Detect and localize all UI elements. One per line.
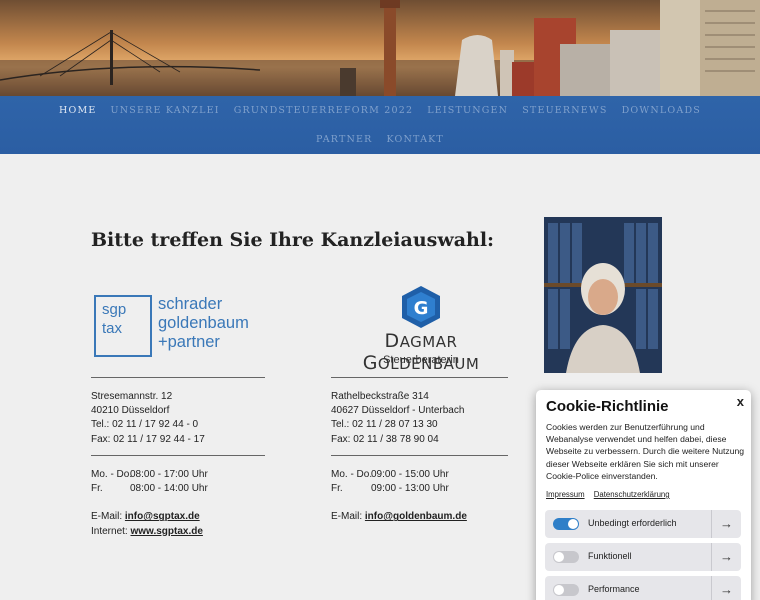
hours-days: Mo. - Do. <box>91 469 133 480</box>
cookie-dialog-links: Impressum Datenschutzerklärung <box>546 490 677 499</box>
hours-days: Fr. <box>91 483 103 495</box>
office1-email-link[interactable]: info@sgptax.de <box>125 511 200 522</box>
hero-skyline-image <box>0 0 760 96</box>
arrow-right-icon[interactable]: → <box>711 543 741 571</box>
office2-city: 40627 Düsseldorf - Unterbach <box>331 405 465 417</box>
web-label: Internet: <box>91 525 128 537</box>
office1-hours-block: Mo. - Do.08:00 - 17:00 Uhr Fr. 08:00 - 14… <box>91 468 208 539</box>
nav-item-kontakt[interactable]: Kontakt <box>387 134 444 145</box>
cookie-option-essential: Unbedingt erforderlich → <box>545 510 741 538</box>
cookie-option-performance: Performance → <box>545 576 741 600</box>
hours-days: Mo. - Do. <box>331 469 373 480</box>
divider <box>331 377 508 378</box>
cookie-dialog-text: Cookies werden zur Benutzerführung und W… <box>546 422 745 481</box>
arrow-right-icon[interactable]: → <box>711 510 741 538</box>
logo-name-first-rest: AGMAR <box>399 333 458 351</box>
cookie-dialog: x Cookie-Richtlinie Cookies werden zur B… <box>536 390 751 600</box>
logo-letter: G <box>414 298 429 319</box>
skyline-illustration <box>0 0 760 96</box>
office2-hours-weekdays: Mo. - Do.09:00 - 15:00 Uhr <box>331 468 467 482</box>
nav-item-unsere-kanzlei[interactable]: Unsere Kanzlei <box>111 105 220 116</box>
email-label: E-Mail: <box>331 511 363 523</box>
office1-street: Stresemannstr. 12 <box>91 391 173 402</box>
performance-toggle[interactable] <box>553 584 579 596</box>
cookie-option-functional: Funktionell → <box>545 543 741 571</box>
office1-hours-weekdays: Mo. - Do.08:00 - 17:00 Uhr <box>91 468 208 482</box>
cookie-option-label: Funktionell <box>588 551 632 561</box>
office1-fax: Fax: 02 11 / 17 92 44 - 17 <box>91 433 205 447</box>
nav-row-primary: Home Unsere Kanzlei Grundsteuerreform 20… <box>0 105 760 116</box>
office2-phone: Tel.: 02 11 / 28 07 13 30 <box>331 418 464 432</box>
nav-item-leistungen[interactable]: Leistungen <box>427 105 508 116</box>
nav-item-downloads[interactable]: Downloads <box>622 105 701 116</box>
hours-days: Fr. <box>331 483 343 495</box>
logo-line-1: schrader <box>158 295 223 313</box>
office2-email: E-Mail: info@goldenbaum.de <box>331 510 467 524</box>
main-navigation: Home Unsere Kanzlei Grundsteuerreform 20… <box>0 96 760 154</box>
office1-phone: Tel.: 02 11 / 17 92 44 - 0 <box>91 418 205 432</box>
office2-address-block: Rathelbeckstraße 314 40627 Düsseldorf - … <box>331 390 464 447</box>
office2-fax-number: 02 11 / 38 78 90 04 <box>353 433 439 445</box>
office2-hours-block: Mo. - Do.09:00 - 15:00 Uhr Fr. 09:00 - 13… <box>331 468 467 525</box>
cookie-dialog-title: Cookie-Richtlinie <box>546 398 669 415</box>
office1-address-block: Stresemannstr. 12 40210 Düsseldorf Tel.:… <box>91 390 205 447</box>
cookie-option-label: Unbedingt erforderlich <box>588 518 677 528</box>
sgptax-logo-wordmark: schrader goldenbaum +partner <box>158 295 249 352</box>
nav-item-grundsteuerreform[interactable]: Grundsteuerreform 2022 <box>234 105 414 116</box>
divider <box>91 377 265 378</box>
logo-line-2: goldenbaum <box>158 314 249 332</box>
nav-row-secondary: Partner Kontakt <box>0 134 760 145</box>
tel-label: Tel.: <box>91 419 110 431</box>
hours-time: 09:00 - 13:00 Uhr <box>371 483 449 495</box>
office1-phone-number[interactable]: 02 11 / 17 92 44 - 0 <box>112 419 198 430</box>
privacy-link[interactable]: Datenschutzerklärung <box>594 490 670 499</box>
fax-label: Fax: <box>331 433 351 445</box>
portrait-illustration <box>544 217 662 373</box>
office1-city: 40210 Düsseldorf <box>91 405 170 417</box>
office1-email: E-Mail: info@sgptax.de <box>91 510 208 524</box>
office2-fax: Fax: 02 11 / 38 78 90 04 <box>331 433 464 447</box>
divider <box>331 455 508 456</box>
hours-time: 08:00 - 17:00 Uhr <box>130 469 208 480</box>
email-label: E-Mail: <box>91 511 123 523</box>
essential-toggle[interactable] <box>553 518 579 530</box>
office1-hours-friday: Fr. 08:00 - 14:00 Uhr <box>91 482 208 496</box>
hours-time: 09:00 - 15:00 Uhr <box>371 469 449 480</box>
tel-label: Tel.: <box>331 419 350 431</box>
logo-line-3: +partner <box>158 333 220 351</box>
sgptax-logo[interactable]: sgp tax schrader goldenbaum +partner <box>94 295 269 359</box>
logo-box-bottom-text: tax <box>102 320 123 337</box>
cookie-option-label: Performance <box>588 584 640 594</box>
divider <box>91 455 265 456</box>
office1-web-link[interactable]: www.sgptax.de <box>130 526 202 537</box>
arrow-right-icon[interactable]: → <box>711 576 741 600</box>
goldenbaum-logo[interactable]: G DAGMAR GOLDENBAUM Steuerberaterin <box>330 284 512 374</box>
sgptax-logo-box: sgp tax <box>94 295 152 357</box>
impressum-link[interactable]: Impressum <box>546 490 585 499</box>
office2-email-link[interactable]: info@goldenbaum.de <box>365 511 467 522</box>
nav-item-steuernews[interactable]: Steuernews <box>522 105 607 116</box>
nav-item-partner[interactable]: Partner <box>316 134 373 145</box>
functional-toggle[interactable] <box>553 551 579 563</box>
portrait-photo <box>544 217 662 373</box>
goldenbaum-logo-name: DAGMAR GOLDENBAUM <box>330 330 512 374</box>
hexagon-g-icon: G <box>402 286 440 328</box>
office2-street: Rathelbeckstraße 314 <box>331 391 429 402</box>
close-icon[interactable]: x <box>737 394 744 409</box>
office1-fax-number: 02 11 / 17 92 44 - 17 <box>113 433 205 445</box>
nav-item-home[interactable]: Home <box>59 105 97 116</box>
logo-name-first-cap: D <box>384 330 400 352</box>
logo-box-top-text: sgp <box>102 301 127 318</box>
hours-time: 08:00 - 14:00 Uhr <box>130 483 208 495</box>
office2-phone-number[interactable]: 02 11 / 28 07 13 30 <box>352 419 437 430</box>
fax-label: Fax: <box>91 433 111 445</box>
office2-hours-friday: Fr. 09:00 - 13:00 Uhr <box>331 482 467 496</box>
page-title: Bitte treffen Sie Ihre Kanzleiauswahl: <box>91 229 495 251</box>
goldenbaum-logo-subtitle: Steuerberaterin <box>383 354 459 366</box>
office1-web: Internet: www.sgptax.de <box>91 525 208 539</box>
